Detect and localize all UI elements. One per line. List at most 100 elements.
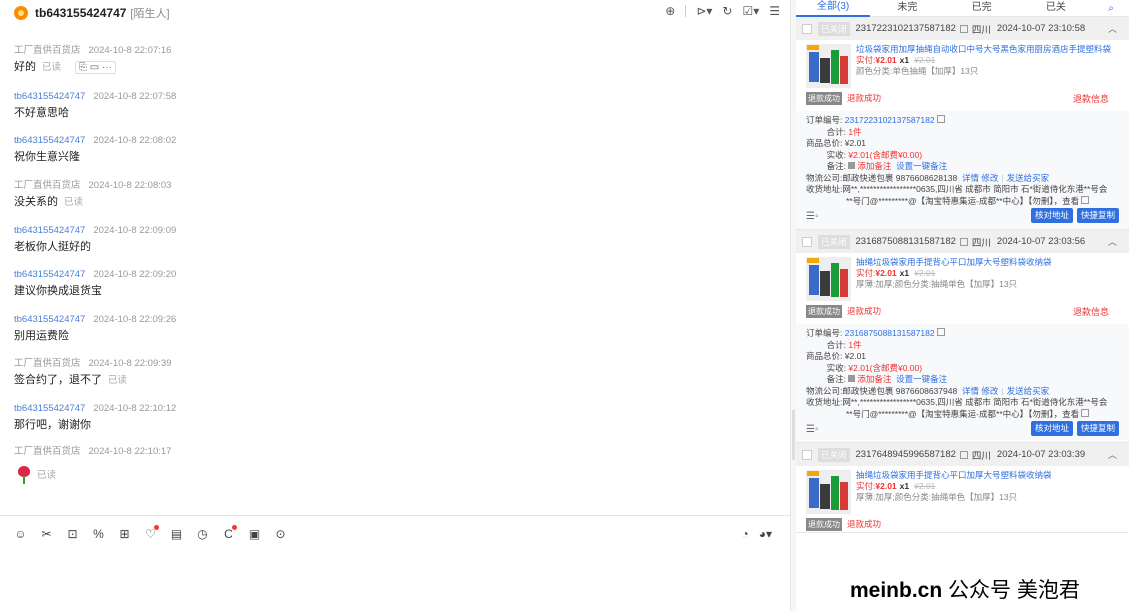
- add-note-link[interactable]: 添加备注: [857, 374, 891, 384]
- upload-icon[interactable]: ⊡: [66, 527, 79, 541]
- menu-icon[interactable]: ☰: [769, 4, 780, 18]
- product-spec: 颜色分类:单色抽绳【加厚】13只: [856, 66, 979, 76]
- order-number[interactable]: 2317223102137587182: [845, 115, 935, 125]
- product-name[interactable]: 抽绳垃圾袋家用手提背心平口加厚大号塑料袋收纳袋: [856, 470, 1119, 481]
- product-thumbnail[interactable]: [806, 44, 851, 88]
- tab-finished[interactable]: 已完: [945, 0, 1019, 16]
- tab-all[interactable]: 全部(3): [796, 0, 871, 17]
- quick-copy-button[interactable]: 快捷复制: [1076, 420, 1119, 436]
- order-list: 已关闭 2317223102137587182 四川 2024-10-07 23:10…: [796, 17, 1129, 533]
- note-label: 备注:: [826, 161, 846, 171]
- message-time: 2024-10-8 22:09:20: [93, 269, 177, 280]
- copy-icon[interactable]: [936, 328, 945, 336]
- calendar-icon[interactable]: ▣: [248, 527, 261, 541]
- refund-badge: 退款成功: [806, 304, 842, 318]
- message-body: 已读: [14, 466, 171, 484]
- send-to-buyer-link[interactable]: 发送给买家: [1007, 173, 1050, 183]
- address-label: 收货地址:: [806, 184, 843, 194]
- order-checkbox[interactable]: [802, 236, 812, 247]
- logistics-edit-link[interactable]: 修改: [981, 173, 998, 183]
- product-name[interactable]: 垃圾袋家用加厚抽绳自动收口中号大号黑色家用厨房酒店手提塑料袋: [856, 44, 1119, 55]
- order-checkbox[interactable]: [802, 23, 812, 34]
- bot-icon[interactable]: ◕▾: [759, 527, 772, 541]
- product-thumbnail[interactable]: [806, 470, 851, 514]
- verify-address-button[interactable]: 核对地址: [1030, 420, 1073, 436]
- history-icon[interactable]: ↻: [722, 4, 732, 18]
- message-actions[interactable]: ⎘ ▭ ···: [75, 61, 117, 74]
- order-header[interactable]: 已关闭 2317648945996587182 四川 2024-10-07 23:03…: [796, 443, 1129, 466]
- refund-badge: 退款成功: [806, 517, 842, 531]
- filter-lines-icon[interactable]: ☰◦: [806, 424, 819, 436]
- send-to-buyer-link[interactable]: 发送给买家: [1007, 386, 1050, 396]
- logistics-edit-link[interactable]: 修改: [981, 386, 998, 396]
- add-note-link[interactable]: 添加备注: [857, 161, 891, 171]
- paid-label: 实付:: [856, 481, 876, 491]
- message-sender: 工厂直供百货店: [14, 358, 81, 369]
- quick-note-link[interactable]: 设置一键备注: [896, 374, 947, 384]
- discount-icon[interactable]: %: [92, 527, 105, 541]
- chat-card-icon[interactable]: ◷: [196, 527, 209, 541]
- chevron-up-icon[interactable]: ︿: [1108, 448, 1117, 461]
- reply-icon[interactable]: C: [222, 525, 237, 541]
- copy-icon[interactable]: [1081, 195, 1090, 204]
- chevron-up-icon[interactable]: ︿: [1108, 22, 1117, 35]
- search-icon[interactable]: ⌕: [1093, 3, 1129, 14]
- order-time: 2024-10-07 23:03:39: [996, 449, 1086, 460]
- scissors-icon[interactable]: ✂: [40, 527, 53, 541]
- message-body: 祝你生意兴隆: [14, 150, 176, 165]
- tab-closed[interactable]: 已关: [1019, 0, 1093, 16]
- order-header[interactable]: 已关闭 2316875088131587182 四川 2024-10-07 23:03…: [796, 230, 1129, 253]
- original-price: ¥2.01: [914, 481, 936, 491]
- filter-lines-icon[interactable]: ☰◦: [806, 211, 819, 223]
- actual-row: 实收: ¥2.01(含邮费¥0.00): [806, 150, 1119, 162]
- refund-info-link[interactable]: 退款信息: [1073, 305, 1109, 318]
- copy-icon[interactable]: [959, 237, 968, 246]
- search-history-icon[interactable]: ⊙: [274, 527, 287, 541]
- refund-info-link[interactable]: 退款信息: [1073, 92, 1109, 105]
- chevron-up-icon[interactable]: ︿: [1108, 235, 1117, 248]
- tab-unfinished[interactable]: 未完: [870, 0, 944, 16]
- document-icon[interactable]: ▤: [170, 527, 183, 541]
- copy-icon[interactable]: [959, 24, 968, 33]
- heart-card-icon[interactable]: ♡: [144, 525, 159, 541]
- copy-icon[interactable]: [936, 115, 945, 123]
- product-thumbnail[interactable]: [806, 257, 851, 301]
- order-number[interactable]: 2316875088131587182: [845, 328, 935, 338]
- quick-note-link[interactable]: 设置一键备注: [896, 161, 947, 171]
- tag-icon[interactable]: ☑▾: [742, 4, 759, 18]
- message-item: tb643155424747 2024-10-8 22:09:26 别用运费险: [14, 313, 176, 344]
- logistics-detail-link[interactable]: 详情: [962, 386, 979, 396]
- product-name[interactable]: 抽绳垃圾袋家用手提背心平口加厚大号塑料袋收纳袋: [856, 257, 1119, 268]
- coupon-icon[interactable]: ⊞: [118, 527, 131, 541]
- order-checkbox[interactable]: [802, 449, 812, 460]
- message-meta: 工厂直供百货店 2024-10-8 22:10:17: [14, 445, 171, 458]
- message-sender: tb643155424747: [14, 225, 86, 236]
- order-status: 已关闭: [818, 21, 850, 36]
- forward-icon[interactable]: ⊳▾: [696, 4, 712, 18]
- product-spec: 厚薄:加厚;颜色分类:抽绳单色【加厚】13只: [856, 279, 1018, 289]
- goods-total-label: 商品总价:: [806, 138, 843, 148]
- scrollbar-thumb[interactable]: [792, 410, 795, 460]
- avatar: [14, 6, 28, 20]
- flag-icon[interactable]: [848, 162, 856, 169]
- overlay-caption: 公众号 美泡君: [948, 579, 1080, 602]
- verify-address-button[interactable]: 核对地址: [1030, 207, 1073, 223]
- total-row: 合计: 1件: [806, 127, 1119, 139]
- message-body: 老板你人挺好的: [14, 240, 176, 255]
- copy-icon[interactable]: [1081, 408, 1090, 417]
- flag-icon[interactable]: [848, 375, 856, 382]
- message-time: 2024-10-8 22:07:58: [93, 91, 177, 102]
- ai-icon[interactable]: ◔: [741, 527, 748, 541]
- emoji-icon[interactable]: ☺: [14, 527, 27, 541]
- product-info: 抽绳垃圾袋家用手提背心平口加厚大号塑料袋收纳袋 实付:¥2.01 x1 ¥2.01 厚薄…: [856, 257, 1119, 303]
- message-text: 祝你生意兴隆: [14, 151, 80, 163]
- product-price-row: 实付:¥2.01 x1 ¥2.01: [856, 481, 1119, 492]
- chat-header: tb643155424747 [陌生人] ⊕ ⊳▾ ↻ ☑▾ ☰: [0, 0, 790, 26]
- copy-icon[interactable]: [959, 450, 968, 459]
- order-number-label: 订单编号:: [806, 328, 843, 338]
- order-header[interactable]: 已关闭 2317223102137587182 四川 2024-10-07 23:10…: [796, 17, 1129, 40]
- quick-copy-button[interactable]: 快捷复制: [1076, 207, 1119, 223]
- logistics-detail-link[interactable]: 详情: [962, 173, 979, 183]
- order-detail: 订单编号: 2316875088131587182 合计: 1件 商品总价: ¥2…: [796, 324, 1129, 442]
- pin-icon[interactable]: ⊕: [665, 4, 675, 18]
